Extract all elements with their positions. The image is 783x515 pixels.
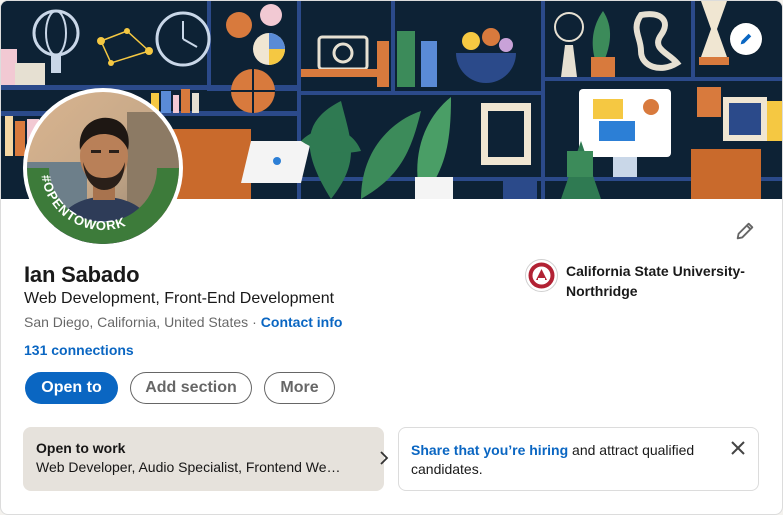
close-icon[interactable] bbox=[730, 440, 746, 456]
open-to-button[interactable]: Open to bbox=[25, 372, 118, 404]
more-button[interactable]: More bbox=[264, 372, 335, 404]
open-to-work-title: Open to work bbox=[36, 440, 126, 456]
avatar: #OPENTOWORK bbox=[27, 92, 179, 244]
connections-link[interactable]: 131 connections bbox=[24, 342, 134, 358]
education-item[interactable]: California State University-Northridge bbox=[525, 259, 766, 301]
add-section-button[interactable]: Add section bbox=[130, 372, 252, 404]
profile-card: #OPENTOWORK Ian Sabado Web Development, … bbox=[0, 0, 783, 515]
profile-name: Ian Sabado bbox=[24, 262, 140, 287]
edit-intro-button[interactable] bbox=[731, 217, 759, 245]
pencil-icon bbox=[740, 33, 752, 45]
share-hiring-link[interactable]: Share that you’re hiring bbox=[411, 442, 568, 458]
profile-location: San Diego, California, United States bbox=[24, 314, 249, 330]
separator: · bbox=[252, 314, 257, 330]
profile-photo[interactable]: #OPENTOWORK bbox=[23, 88, 183, 248]
edit-banner-button[interactable] bbox=[730, 23, 762, 55]
location-row: San Diego, California, United States · Con… bbox=[24, 314, 342, 330]
university-seal-icon bbox=[525, 259, 558, 292]
pencil-icon bbox=[736, 222, 754, 240]
education-school-name: California State University-Northridge bbox=[566, 263, 745, 299]
profile-headline: Web Development, Front-End Development bbox=[24, 290, 335, 307]
chevron-right-icon bbox=[380, 451, 389, 465]
contact-info-link[interactable]: Contact info bbox=[261, 314, 343, 330]
open-to-work-roles: Web Developer, Audio Specialist, Fronten… bbox=[36, 459, 348, 475]
hiring-card: Share that you’re hiring and attract qua… bbox=[398, 427, 759, 491]
open-to-work-card[interactable]: Open to work Web Developer, Audio Specia… bbox=[23, 427, 389, 491]
